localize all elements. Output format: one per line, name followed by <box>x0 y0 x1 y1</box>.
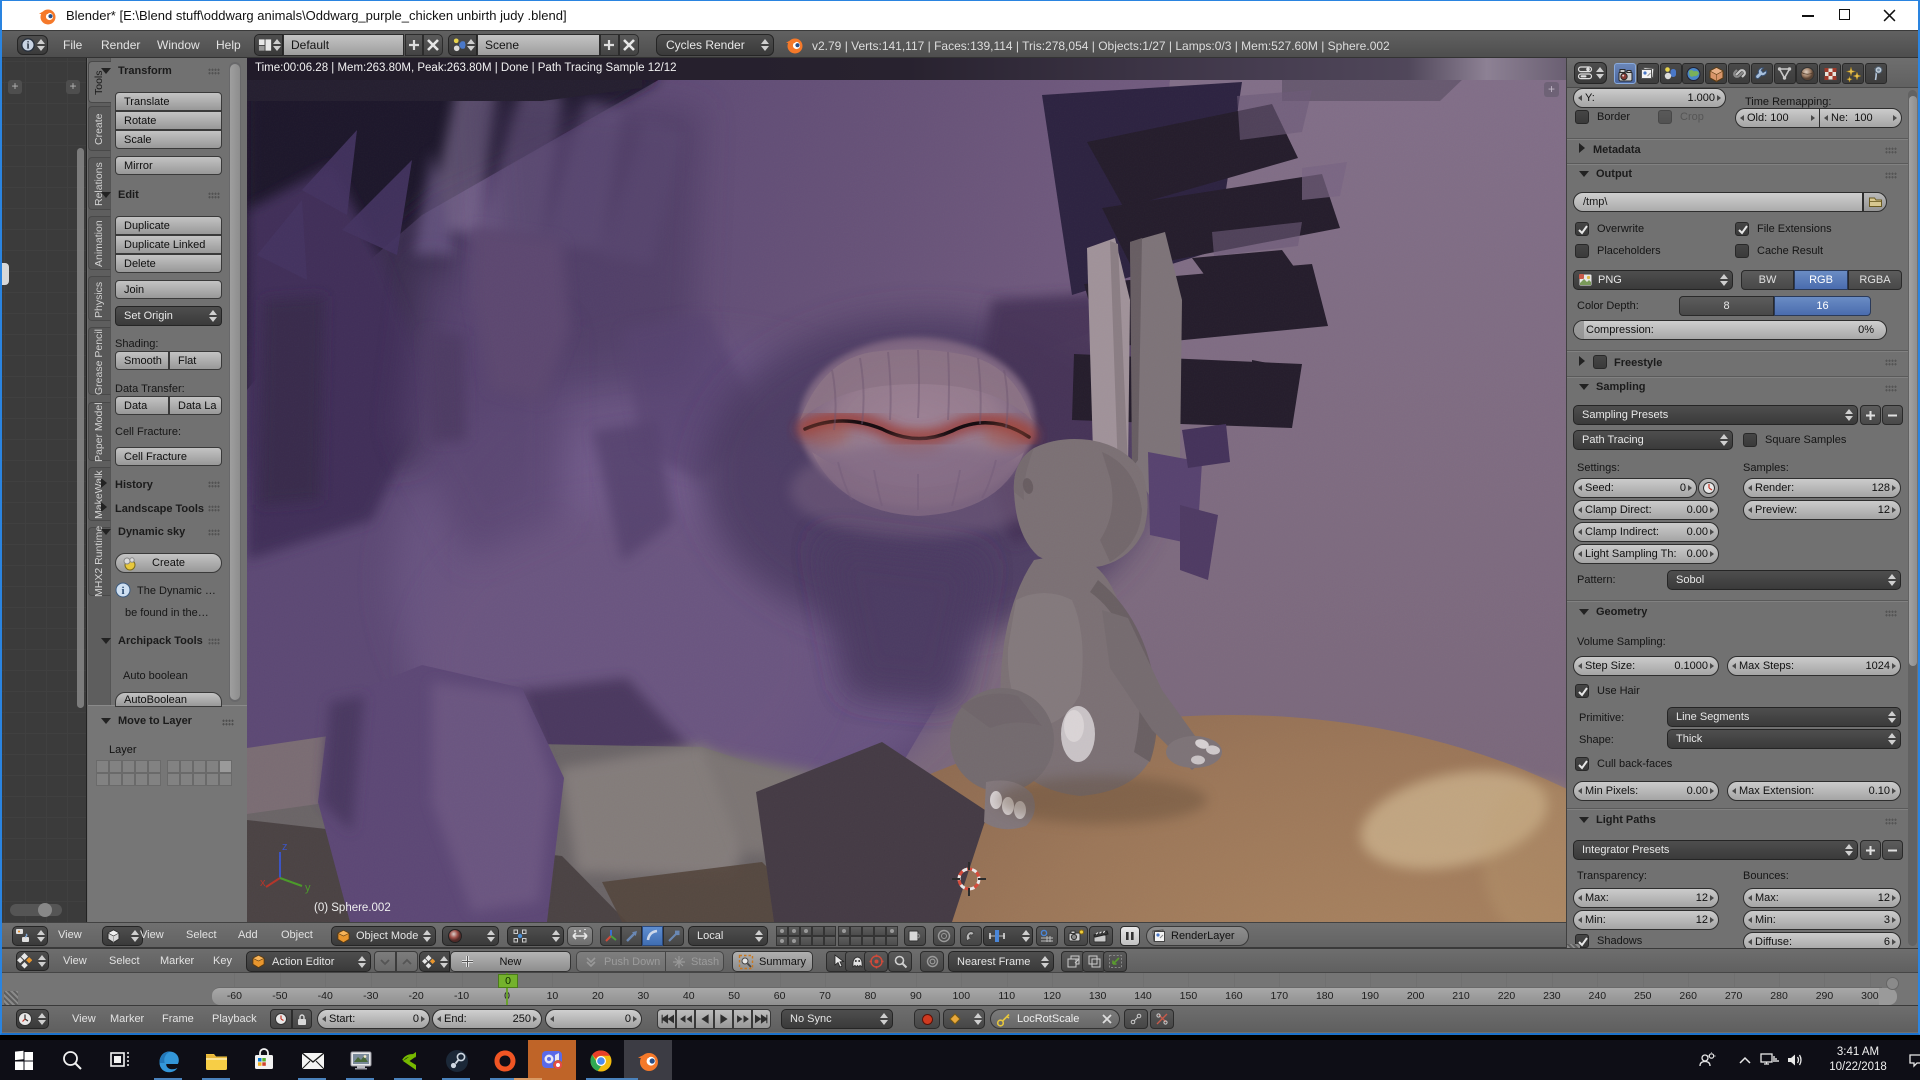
svg-text:i: i <box>121 585 124 597</box>
svg-text:i: i <box>27 41 30 52</box>
